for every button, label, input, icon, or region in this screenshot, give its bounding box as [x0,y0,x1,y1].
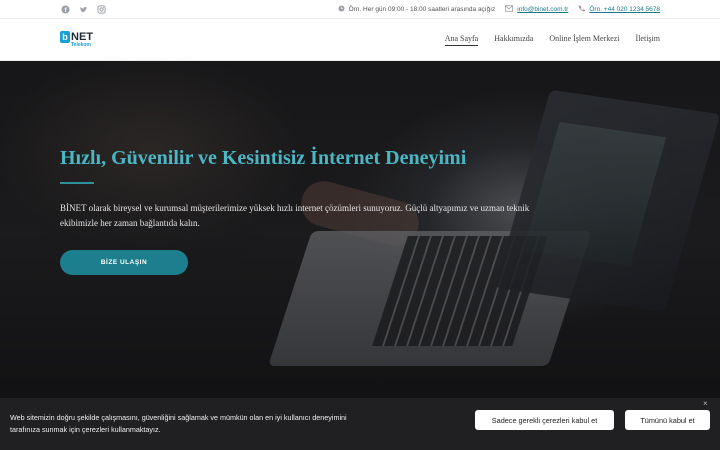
phone-link[interactable]: Örn. +44 020 1234 5678 [589,6,660,13]
hero-description: BİNET olarak bireysel ve kurumsal müşter… [60,203,530,228]
contact-info: Örn. Her gün 09:00 - 18:00 saatleri aras… [338,4,660,14]
cookie-text: Web sitemizin doğru şekilde çalışmasını,… [10,413,347,434]
accept-all-cookies-button[interactable]: Tümünü kabul et [625,410,710,430]
nav-item-online-center[interactable]: Online İşlem Merkezi [549,34,619,46]
cookie-banner: Web sitemizin doğru şekilde çalışmasını,… [0,398,720,450]
nav-item-home[interactable]: Ana Sayfa [444,34,479,46]
logo[interactable]: b NET Telekom [60,31,93,48]
close-icon[interactable]: × [703,399,708,408]
nav-item-contact[interactable]: İletişim [636,34,660,46]
hero-section: Hızlı, Güvenilir ve Kesintisiz İnternet … [0,61,720,401]
hours-text: Örn. Her gün 09:00 - 18:00 saatleri aras… [348,5,496,13]
email-item[interactable]: info@binet.com.tr [505,4,568,14]
hero-divider [60,182,94,184]
instagram-icon[interactable] [96,4,106,14]
logo-subtitle: Telekom [71,42,91,48]
hero-title: Hızlı, Güvenilir ve Kesintisiz İnternet … [60,147,467,169]
social-links: f [60,4,106,14]
accept-necessary-cookies-button[interactable]: Sadece gerekli çerezleri kabul et [475,410,614,430]
phone-icon [578,4,586,14]
contact-us-button[interactable]: BİZE ULAŞIN [60,250,188,275]
phone-item[interactable]: Örn. +44 020 1234 5678 [578,4,660,14]
nav-item-about[interactable]: Hakkımızda [494,34,533,46]
facebook-icon[interactable]: f [60,4,70,14]
main-nav: Ana Sayfa Hakkımızda Online İşlem Merkez… [444,34,660,46]
email-link[interactable]: info@binet.com.tr [517,6,568,13]
twitter-icon[interactable] [78,4,88,14]
hours-item: Örn. Her gün 09:00 - 18:00 saatleri aras… [338,4,496,14]
top-bar: f Örn. Her gün 09:00 - 18:00 saatleri ar… [0,0,720,19]
hero-overlay [0,61,720,401]
logo-brand-text: NET [71,30,93,43]
mail-icon [505,4,514,14]
clock-icon [338,4,345,14]
logo-letter: b [60,31,70,43]
site-header: b NET Telekom Ana Sayfa Hakkımızda Onlin… [0,19,720,61]
